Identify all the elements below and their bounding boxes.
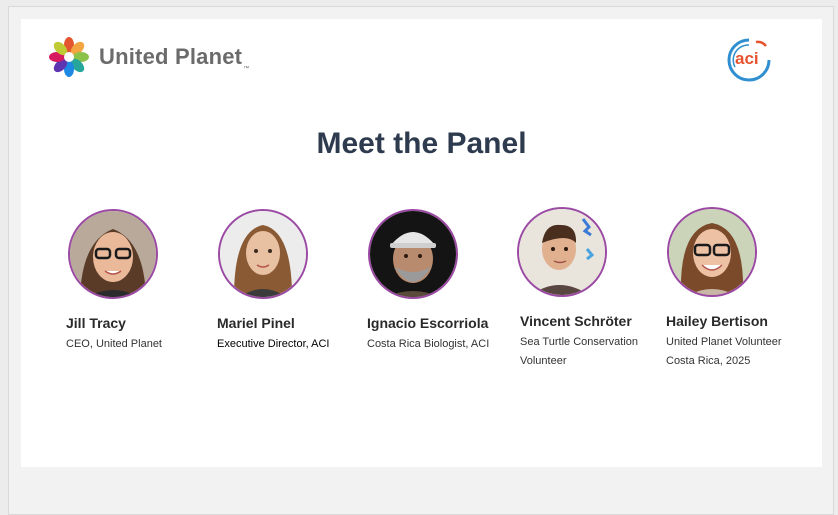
- portrait-image: [669, 209, 755, 295]
- avatar: [667, 207, 757, 297]
- member-name: Hailey Bertison: [666, 313, 768, 329]
- member-role: Sea Turtle Conservation: [520, 336, 639, 348]
- brand-name: United Planet: [99, 44, 243, 69]
- panel-member-mariel-pinel: Mariel Pinel Executive Director, ACI: [217, 209, 377, 354]
- united-planet-logo: United Planet ™: [49, 37, 249, 77]
- member-role: Executive Director, ACI: [217, 338, 330, 350]
- avatar: [218, 209, 308, 299]
- member-name: Jill Tracy: [66, 315, 126, 331]
- panel-member-vincent-schroter: Vincent Schröter Sea Turtle Conservation…: [517, 207, 680, 371]
- panel-member-ignacio-escorriola: Ignacio Escorriola Costa Rica Biologist,…: [367, 209, 527, 354]
- slide-title: Meet the Panel: [316, 127, 527, 160]
- trademark-mark: ™: [243, 66, 250, 72]
- slide: United Planet ™ aci Meet the Panel Jill …: [21, 19, 822, 467]
- member-role-continued: Costa Rica, 2025: [666, 355, 751, 367]
- member-name: Ignacio Escorriola: [367, 315, 489, 331]
- member-role: United Planet Volunteer: [666, 336, 782, 348]
- portrait-image: [519, 209, 605, 295]
- portrait-image: [220, 211, 306, 297]
- portrait-image: [70, 211, 156, 297]
- portrait-image: [370, 211, 456, 297]
- member-name: Mariel Pinel: [217, 315, 295, 331]
- panel-member-hailey-bertison: Hailey Bertison United Planet Volunteer …: [666, 207, 826, 371]
- avatar: [517, 207, 607, 297]
- member-role: CEO, United Planet: [66, 338, 162, 350]
- member-role-continued: Volunteer: [520, 355, 567, 367]
- aci-logo-text: aci: [735, 49, 759, 68]
- panel-member-jill-tracy: Jill Tracy CEO, United Planet: [66, 209, 226, 354]
- avatar: [68, 209, 158, 299]
- member-name: Vincent Schröter: [520, 313, 632, 329]
- avatar: [368, 209, 458, 299]
- panel-members: Jill Tracy CEO, United Planet Mariel Pin…: [21, 207, 822, 399]
- united-planet-flower-icon: [49, 37, 89, 77]
- aci-logo: aci: [726, 37, 772, 88]
- member-role: Costa Rica Biologist, ACI: [367, 338, 490, 350]
